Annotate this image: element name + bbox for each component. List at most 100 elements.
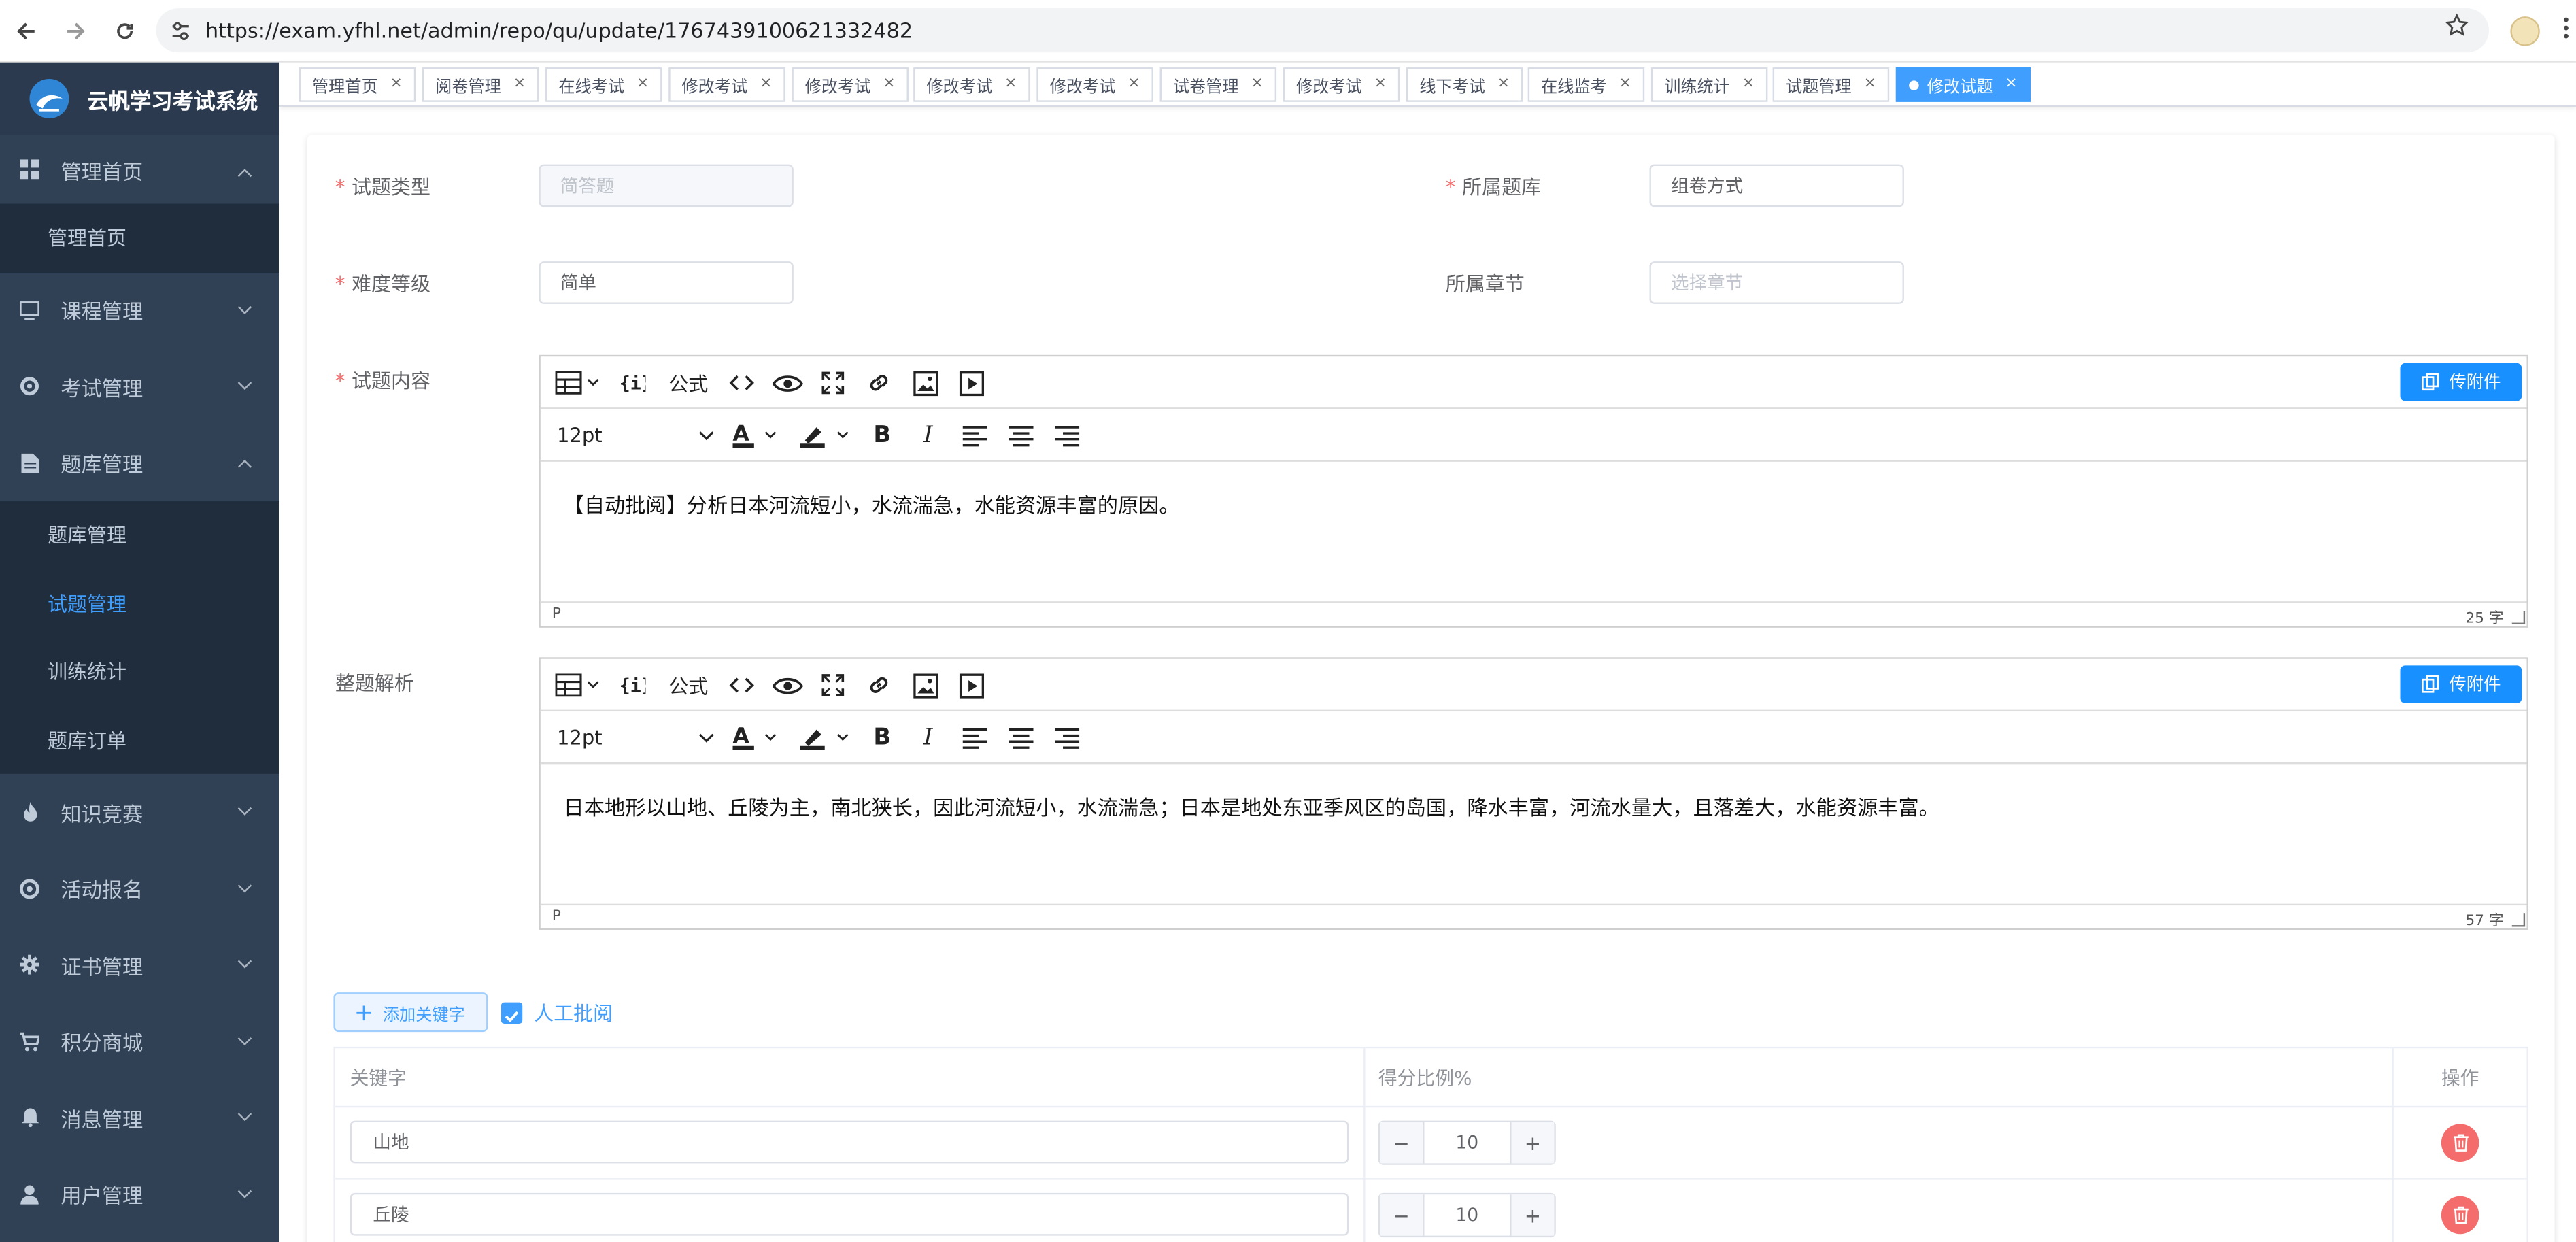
table-icon[interactable] <box>554 370 603 397</box>
sidebar-item-repo-orders[interactable]: 题库订单 <box>0 706 279 774</box>
resize-handle-icon[interactable] <box>2511 611 2526 625</box>
chapter-select[interactable]: 选择章节 <box>1649 261 1904 304</box>
close-icon[interactable]: × <box>760 75 772 92</box>
tag-item[interactable]: 修改考试 × <box>668 67 785 102</box>
link-icon[interactable] <box>864 672 894 699</box>
menu-activity[interactable]: 活动报名 <box>0 850 279 926</box>
menu-repo[interactable]: 题库管理 <box>0 424 279 501</box>
sidebar-item-training-stats[interactable]: 训练统计 <box>0 637 279 705</box>
add-keyword-button[interactable]: 添加关键字 <box>333 992 488 1033</box>
italic-icon[interactable]: I <box>917 724 940 751</box>
sidebar-item-question-manage[interactable]: 试题管理 <box>0 569 279 637</box>
menu-dashboard[interactable]: 管理首页 <box>0 135 279 203</box>
image-icon[interactable] <box>912 370 938 397</box>
forward-icon[interactable] <box>59 14 92 47</box>
highlight-color-icon[interactable] <box>800 422 852 449</box>
manual-check-checkbox[interactable] <box>501 1002 523 1024</box>
close-icon[interactable]: × <box>390 75 403 92</box>
close-icon[interactable]: × <box>1497 75 1510 92</box>
image-icon[interactable] <box>912 672 938 699</box>
menu-user[interactable]: 用户管理 <box>0 1156 279 1232</box>
ratio-stepper[interactable]: − 10 + <box>1378 1120 1556 1165</box>
delete-button[interactable] <box>2441 1196 2479 1235</box>
keyword-input[interactable]: 山地 <box>350 1120 1349 1164</box>
tag-item[interactable]: 修改考试 × <box>792 67 909 102</box>
content-editor-body[interactable]: 【自动批阅】分析日本河流短小，水流湍急，水能资源丰富的原因。 <box>541 488 2527 519</box>
text-color-icon[interactable]: A <box>732 422 781 449</box>
ratio-stepper[interactable]: − 10 + <box>1378 1192 1556 1238</box>
tag-item[interactable]: 训练统计 × <box>1650 67 1768 102</box>
decrement-button[interactable]: − <box>1380 1194 1423 1236</box>
preview-eye-icon[interactable] <box>770 370 803 397</box>
menu-contest[interactable]: 知识竞赛 <box>0 774 279 850</box>
upload-attachment-button[interactable]: 传附件 <box>2400 665 2522 703</box>
resize-handle-icon[interactable] <box>2511 913 2526 927</box>
preview-eye-icon[interactable] <box>770 672 803 699</box>
profile-avatar[interactable] <box>2510 16 2540 46</box>
align-center-icon[interactable] <box>1007 724 1034 751</box>
close-icon[interactable]: × <box>1251 75 1264 92</box>
tag-item[interactable]: 修改考试 × <box>913 67 1030 102</box>
font-size-select[interactable]: 12pt <box>557 422 715 449</box>
bold-icon[interactable]: B <box>870 724 894 751</box>
media-icon[interactable] <box>957 672 984 699</box>
formula-button[interactable]: 公式 <box>668 672 708 699</box>
reload-icon[interactable] <box>108 14 141 47</box>
media-icon[interactable] <box>957 370 984 397</box>
align-right-icon[interactable] <box>1053 422 1080 449</box>
highlight-color-icon[interactable] <box>800 724 852 751</box>
increment-button[interactable]: + <box>1511 1122 1555 1164</box>
code-sample-icon[interactable]: {i} <box>617 672 647 699</box>
close-icon[interactable]: × <box>513 75 526 92</box>
tag-item-active[interactable]: 修改试题 × <box>1895 67 2031 102</box>
decrement-button[interactable]: − <box>1380 1122 1423 1164</box>
align-left-icon[interactable] <box>961 422 987 449</box>
tag-item[interactable]: 修改考试 × <box>1036 67 1153 102</box>
tag-item[interactable]: 阅卷管理 × <box>422 67 539 102</box>
browser-menu-icon[interactable] <box>2563 16 2570 46</box>
code-sample-icon[interactable]: {i} <box>617 370 647 397</box>
address-bar[interactable]: https://exam.yfhl.net/admin/repo/qu/upda… <box>156 8 2489 53</box>
tag-item[interactable]: 修改考试 × <box>1283 67 1400 102</box>
bookmark-star-icon[interactable] <box>2445 13 2469 44</box>
align-right-icon[interactable] <box>1053 724 1080 751</box>
analysis-editor-body[interactable]: 日本地形以山地、丘陵为主，南北狭长，因此河流短小，水流湍急；日本是地处东亚季风区… <box>541 790 2527 822</box>
menu-certificate[interactable]: 证书管理 <box>0 927 279 1003</box>
repo-select[interactable]: 组卷方式 <box>1649 164 1904 207</box>
text-color-icon[interactable]: A <box>732 724 781 751</box>
menu-exam[interactable]: 考试管理 <box>0 348 279 424</box>
tag-item[interactable]: 在线考试 × <box>545 67 662 102</box>
fullscreen-icon[interactable] <box>819 672 846 699</box>
level-select[interactable]: 简单 <box>539 261 794 304</box>
formula-button[interactable]: 公式 <box>668 370 708 397</box>
sidebar-item-dashboard-home[interactable]: 管理首页 <box>0 204 279 272</box>
menu-points-mall[interactable]: 积分商城 <box>0 1003 279 1079</box>
fullscreen-icon[interactable] <box>819 370 846 397</box>
keyword-input[interactable]: 丘陵 <box>350 1192 1349 1236</box>
upload-attachment-button[interactable]: 传附件 <box>2400 363 2522 401</box>
close-icon[interactable]: × <box>1864 75 1876 92</box>
close-icon[interactable]: × <box>1742 75 1755 92</box>
increment-button[interactable]: + <box>1511 1194 1555 1236</box>
ratio-value[interactable]: 10 <box>1423 1194 1512 1236</box>
menu-message[interactable]: 消息管理 <box>0 1079 279 1156</box>
close-icon[interactable]: × <box>883 75 895 92</box>
close-icon[interactable]: × <box>1128 75 1140 92</box>
source-code-icon[interactable] <box>726 370 756 397</box>
align-center-icon[interactable] <box>1007 422 1034 449</box>
bold-icon[interactable]: B <box>870 422 894 449</box>
delete-button[interactable] <box>2441 1124 2479 1162</box>
table-icon[interactable] <box>554 672 603 699</box>
site-settings-icon[interactable] <box>169 19 192 42</box>
manual-check-label[interactable]: 人工批阅 <box>534 999 613 1027</box>
tag-item[interactable]: 线下考试 × <box>1406 67 1523 102</box>
italic-icon[interactable]: I <box>917 422 940 449</box>
tag-item[interactable]: 试卷管理 × <box>1159 67 1277 102</box>
sidebar-item-repo-manage[interactable]: 题库管理 <box>0 501 279 569</box>
tag-item[interactable]: 在线监考 × <box>1527 67 1645 102</box>
close-icon[interactable]: × <box>637 75 649 92</box>
close-icon[interactable]: × <box>1004 75 1017 92</box>
close-icon[interactable]: × <box>1374 75 1387 92</box>
back-icon[interactable] <box>10 14 42 47</box>
font-size-select[interactable]: 12pt <box>557 724 715 751</box>
